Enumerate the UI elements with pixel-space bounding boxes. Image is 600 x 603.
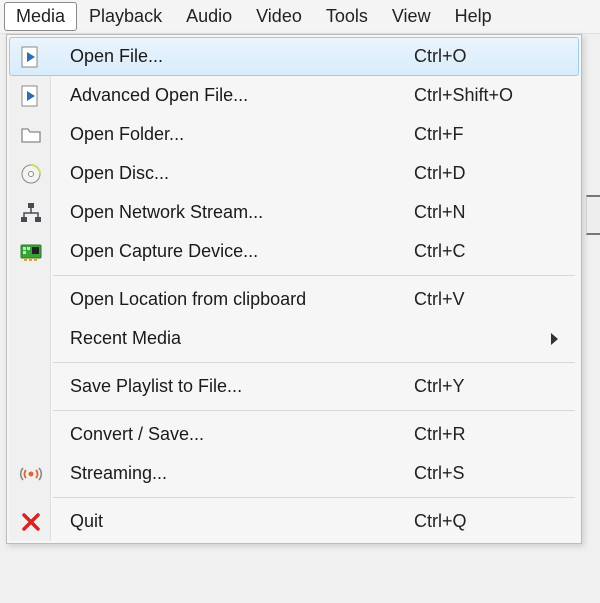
menu-item-open-disc[interactable]: Open Disc... Ctrl+D (9, 154, 579, 193)
menu-item-open-location-clipboard[interactable]: Open Location from clipboard Ctrl+V (9, 280, 579, 319)
folder-icon (10, 124, 52, 146)
menu-audio[interactable]: Audio (174, 2, 244, 31)
menu-item-label: Recent Media (52, 328, 401, 349)
menu-item-streaming[interactable]: Streaming... Ctrl+S (9, 454, 579, 493)
menu-item-label: Open Folder... (52, 124, 414, 145)
menu-item-label: Convert / Save... (52, 424, 414, 445)
menu-item-open-file[interactable]: Open File... Ctrl+O (9, 37, 579, 76)
menu-item-shortcut: Ctrl+F (414, 124, 564, 145)
play-file-icon (10, 46, 52, 68)
menu-item-open-network-stream[interactable]: Open Network Stream... Ctrl+N (9, 193, 579, 232)
menu-item-shortcut: Ctrl+R (414, 424, 564, 445)
menu-item-open-capture-device[interactable]: Open Capture Device... Ctrl+C (9, 232, 579, 271)
menu-item-label: Advanced Open File... (52, 85, 414, 106)
play-file-icon (10, 85, 52, 107)
disc-icon (10, 163, 52, 185)
menu-item-convert-save[interactable]: Convert / Save... Ctrl+R (9, 415, 579, 454)
capture-card-icon (10, 242, 52, 262)
menu-item-label: Open Capture Device... (52, 241, 414, 262)
menu-item-quit[interactable]: Quit Ctrl+Q (9, 502, 579, 541)
menu-media[interactable]: Media (4, 2, 77, 31)
menu-item-advanced-open-file[interactable]: Advanced Open File... Ctrl+Shift+O (9, 76, 579, 115)
menu-separator (9, 493, 579, 502)
menu-playback[interactable]: Playback (77, 2, 174, 31)
menu-separator (9, 358, 579, 367)
menu-video[interactable]: Video (244, 2, 314, 31)
menu-item-shortcut: Ctrl+Y (414, 376, 564, 397)
menu-item-label: Open Location from clipboard (52, 289, 414, 310)
network-icon (10, 202, 52, 224)
menu-separator (9, 271, 579, 280)
menu-item-label: Streaming... (52, 463, 414, 484)
menu-item-save-playlist[interactable]: Save Playlist to File... Ctrl+Y (9, 367, 579, 406)
menu-item-label: Open File... (52, 46, 414, 67)
menu-view[interactable]: View (380, 2, 443, 31)
menu-item-shortcut: Ctrl+N (414, 202, 564, 223)
menu-item-label: Open Network Stream... (52, 202, 414, 223)
menu-item-label: Quit (52, 511, 414, 532)
media-dropdown: Open File... Ctrl+O Advanced Open File..… (6, 34, 582, 544)
menu-item-shortcut: Ctrl+Shift+O (414, 85, 564, 106)
menu-separator (9, 406, 579, 415)
submenu-arrow-icon (551, 333, 558, 345)
menu-item-shortcut: Ctrl+O (414, 46, 564, 67)
quit-icon (10, 512, 52, 532)
menubar: Media Playback Audio Video Tools View He… (0, 0, 600, 34)
menu-tools[interactable]: Tools (314, 2, 380, 31)
menu-item-shortcut: Ctrl+D (414, 163, 564, 184)
menu-item-shortcut: Ctrl+C (414, 241, 564, 262)
menu-help[interactable]: Help (443, 2, 504, 31)
menu-item-shortcut: Ctrl+Q (414, 511, 564, 532)
menu-item-recent-media[interactable]: Recent Media (9, 319, 579, 358)
menu-item-label: Open Disc... (52, 163, 414, 184)
menu-item-shortcut: Ctrl+V (414, 289, 564, 310)
menu-item-label: Save Playlist to File... (52, 376, 414, 397)
stream-icon (10, 465, 52, 483)
window-edge (586, 195, 600, 235)
menu-item-open-folder[interactable]: Open Folder... Ctrl+F (9, 115, 579, 154)
menu-item-shortcut: Ctrl+S (414, 463, 564, 484)
